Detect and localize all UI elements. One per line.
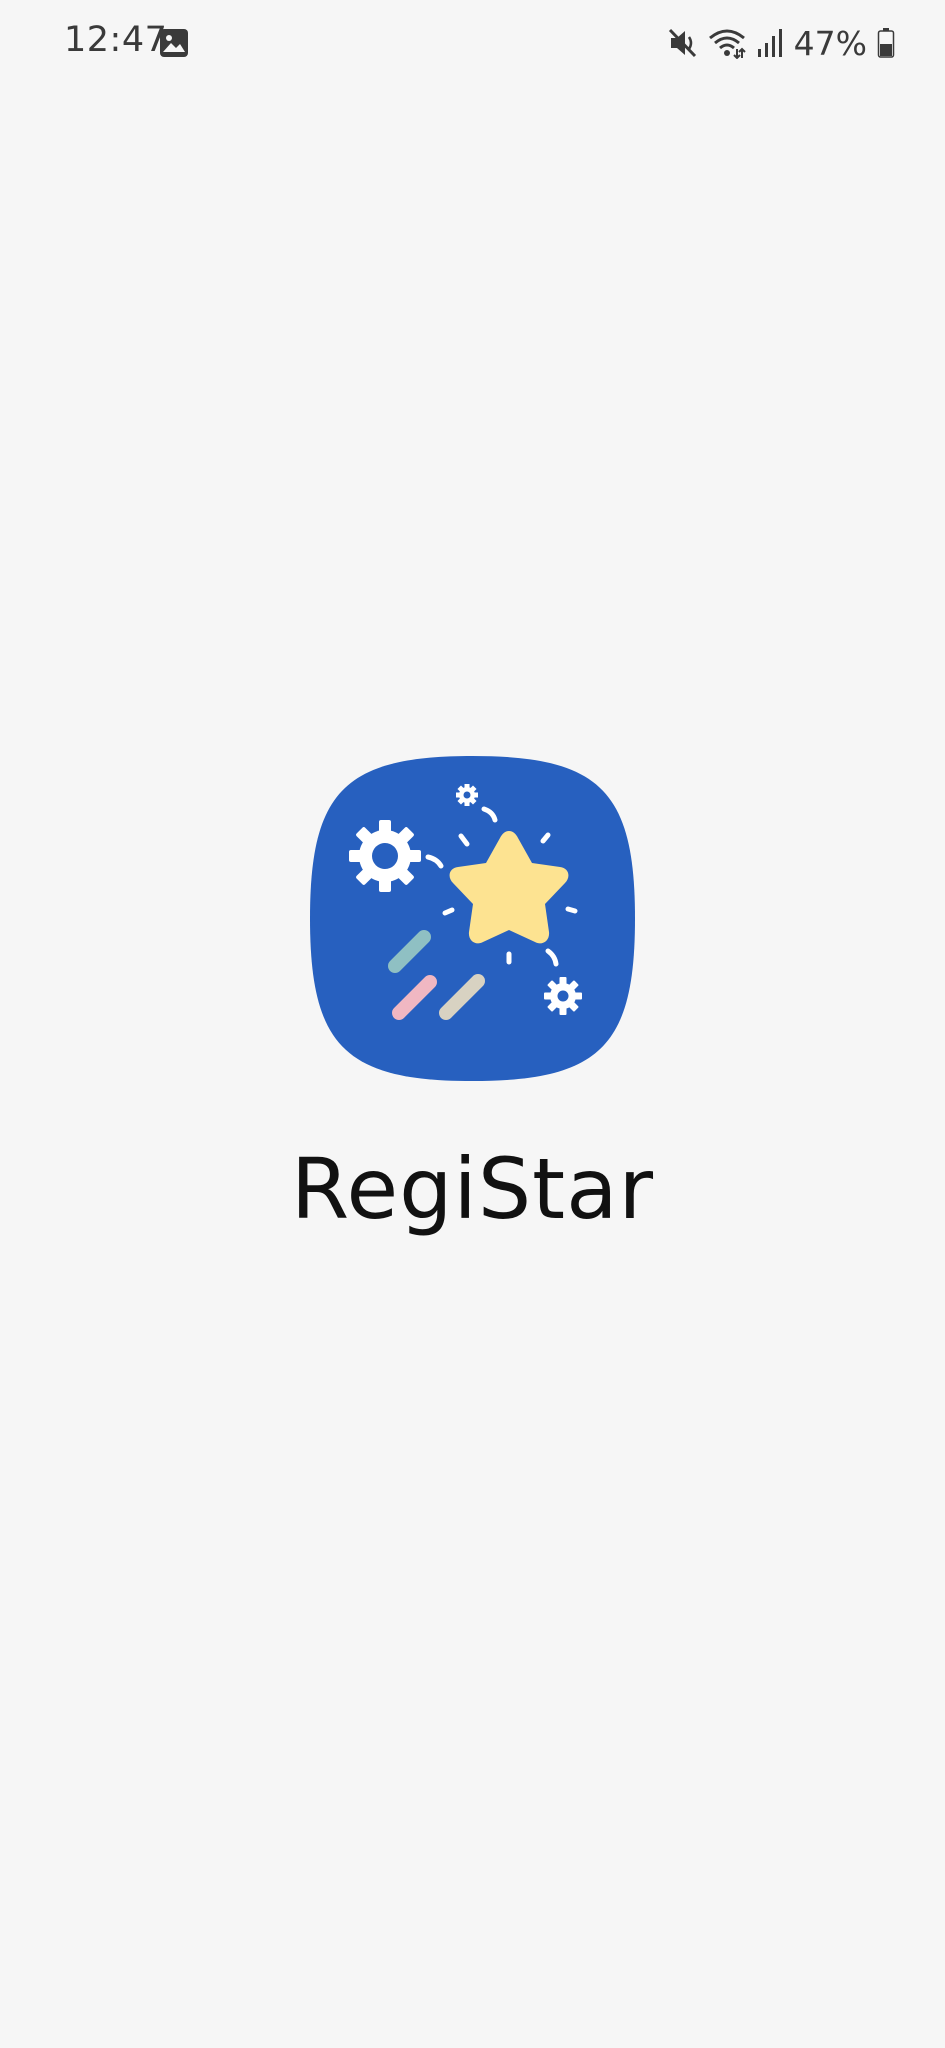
signal-icon (757, 29, 782, 57)
gear-icon (544, 977, 582, 1015)
splash-screen: 12:47 47% RegiStar (0, 0, 945, 2048)
gallery-icon (160, 29, 188, 57)
status-bar: 12:47 47% (0, 0, 945, 86)
mute-icon (668, 28, 696, 58)
gear-icon (349, 820, 421, 892)
wifi-icon (708, 29, 746, 59)
app-logo-icon (310, 756, 635, 1081)
battery-percent: 47% (793, 23, 867, 63)
status-icons: 47% (668, 20, 895, 66)
gear-icon (456, 784, 478, 806)
app-name: RegiStar (290, 1140, 655, 1238)
battery-icon (877, 28, 895, 58)
status-time: 12:47 (64, 20, 168, 60)
